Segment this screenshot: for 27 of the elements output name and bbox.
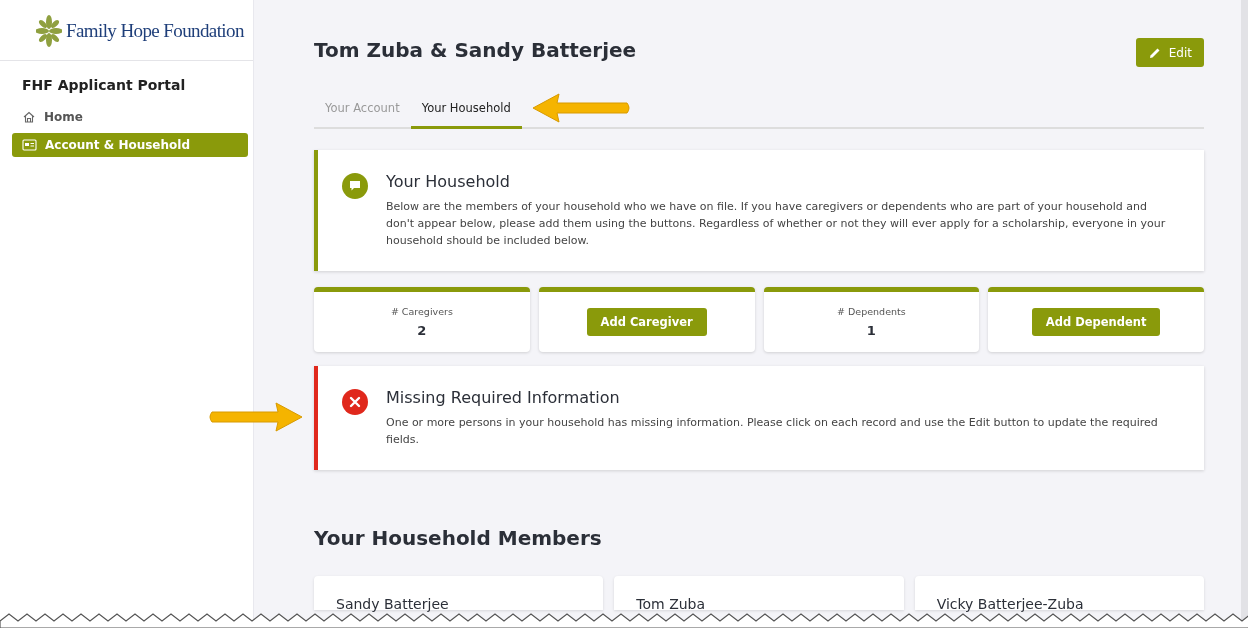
leaf-logo-icon — [36, 14, 62, 47]
annotation-arrow-icon — [531, 92, 633, 124]
id-card-icon — [22, 138, 37, 152]
stat-label: # Dependents — [837, 306, 906, 317]
stat-value: 2 — [417, 323, 427, 338]
alert-message: One or more persons in your household has missing information. Please click on each record and use the Edit button to update the required fields. — [386, 415, 1159, 448]
tab[interactable]: Your Household — [410, 93, 522, 129]
member-name: Sandy Batterjee — [336, 596, 450, 612]
message-icon — [342, 173, 368, 199]
annotation-arrow-icon — [206, 401, 304, 433]
error-icon — [342, 389, 368, 415]
home-icon — [22, 110, 36, 124]
alert-message: Below are the members of your household who we have on file. If you have caregivers or dependents who are part of your household and don't appear below, please add them using the buttons. Regardless of whether or not they will ever apply for a scholarship, everyone in your household should be included below. — [386, 199, 1167, 249]
member-name: Tom Zuba — [636, 596, 707, 612]
stat-value: 1 — [866, 323, 876, 338]
stat-label: # Caregivers — [390, 306, 453, 317]
member-card[interactable]: Sandy Batterjee — [314, 576, 604, 610]
member-name: Vicky Batterjee-Zuba — [936, 596, 1085, 612]
section-title: Your Household Members — [314, 526, 603, 550]
alert-title: Missing Required Information — [386, 388, 621, 407]
alert-title: Your Household — [386, 172, 511, 191]
logo-text: Family Hope Foundation — [66, 19, 244, 42]
member-card[interactable]: Tom Zuba — [614, 576, 904, 610]
member-card[interactable]: Vicky Batterjee-Zuba — [914, 576, 1204, 610]
page-title: Tom Zuba & Sandy Batterjee — [314, 38, 637, 62]
portal-title: FHF Applicant Portal — [21, 76, 187, 95]
nav-item[interactable]: Home — [12, 105, 248, 129]
